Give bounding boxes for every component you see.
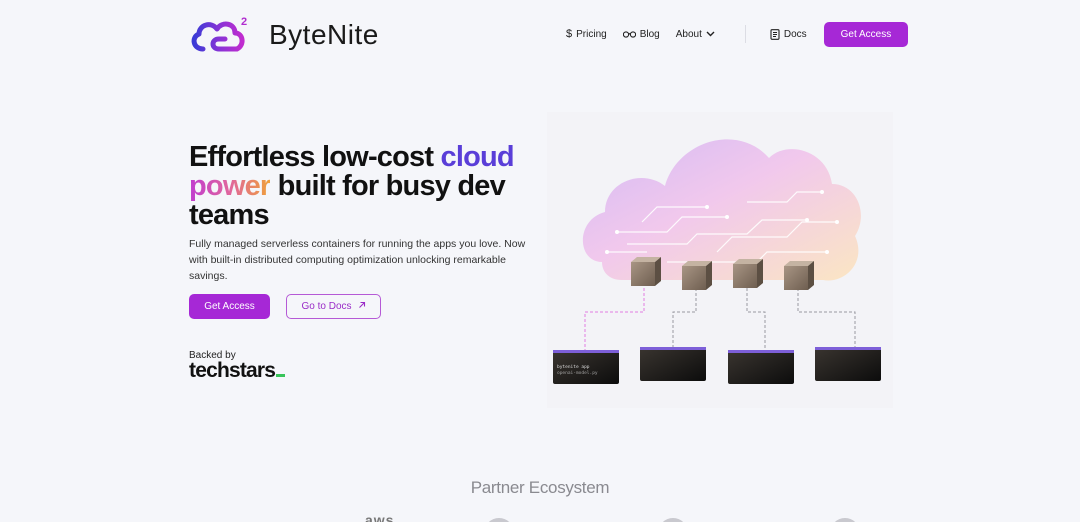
compute-cube [733, 259, 763, 288]
arrow-up-right-icon [358, 301, 366, 312]
partner-ecosystem-title: Partner Ecosystem [470, 478, 610, 497]
techstars-logo: techstars [189, 359, 286, 383]
hero-title-power: power [189, 170, 271, 202]
terminal-window [728, 350, 794, 384]
hero-subtitle: Fully managed serverless containers for … [189, 238, 526, 282]
nav-pricing-label: Pricing [576, 28, 607, 40]
techstars-underscore [276, 374, 286, 377]
bytenite-logo-icon: 2 [191, 16, 247, 52]
cloud-network-illustration: bytenite app openai-model.py [547, 112, 893, 408]
document-icon [770, 28, 780, 40]
terminal-window [640, 347, 706, 381]
nav-divider [744, 25, 746, 43]
landing-page: 2 ByteNite $ Pricing Blog About Docs Get… [0, 0, 1080, 522]
dollar-icon: $ [566, 27, 573, 40]
hero-title-cloud: cloud [440, 141, 515, 173]
compute-cube [784, 261, 814, 290]
nav-about[interactable]: About [676, 29, 715, 40]
glasses-icon [622, 30, 636, 38]
terminal-line-1: bytenite app [557, 364, 590, 370]
chevron-down-icon [706, 31, 715, 37]
brand-logo[interactable]: 2 ByteNite [189, 15, 379, 55]
partner-logo [830, 518, 860, 522]
hero-get-access-button[interactable]: Get Access [189, 294, 270, 319]
nav-docs-label: Docs [783, 28, 807, 40]
compute-cube [682, 261, 712, 290]
nav-blog[interactable]: Blog [622, 28, 660, 40]
terminal-window: bytenite app openai-model.py [553, 350, 619, 384]
top-nav: $ Pricing Blog About Docs Get Access [566, 21, 909, 47]
hero-title-part1: Effortless low-cost [189, 141, 441, 173]
terminal-window [815, 347, 881, 381]
hero-title: Effortless low-cost cloud power built for… [189, 143, 529, 230]
nav-blog-label: Blog [639, 28, 660, 40]
nav-get-access-button[interactable]: Get Access [823, 21, 909, 47]
svg-text:2: 2 [241, 16, 247, 28]
hero-go-to-docs-button[interactable]: Go to Docs [286, 294, 381, 319]
terminal-line-2: openai-model.py [557, 370, 598, 376]
partner-logo [484, 518, 514, 522]
nav-docs[interactable]: Docs [770, 29, 807, 40]
aws-logo: aws [365, 512, 395, 522]
nav-pricing[interactable]: $ Pricing [566, 27, 607, 40]
partner-logo [658, 518, 688, 522]
nav-about-label: About [675, 28, 702, 40]
go-to-docs-label: Go to Docs [301, 301, 352, 312]
brand-name: ByteNite [269, 19, 379, 50]
compute-cube [631, 257, 661, 286]
techstars-wordmark: techstars [189, 359, 276, 382]
